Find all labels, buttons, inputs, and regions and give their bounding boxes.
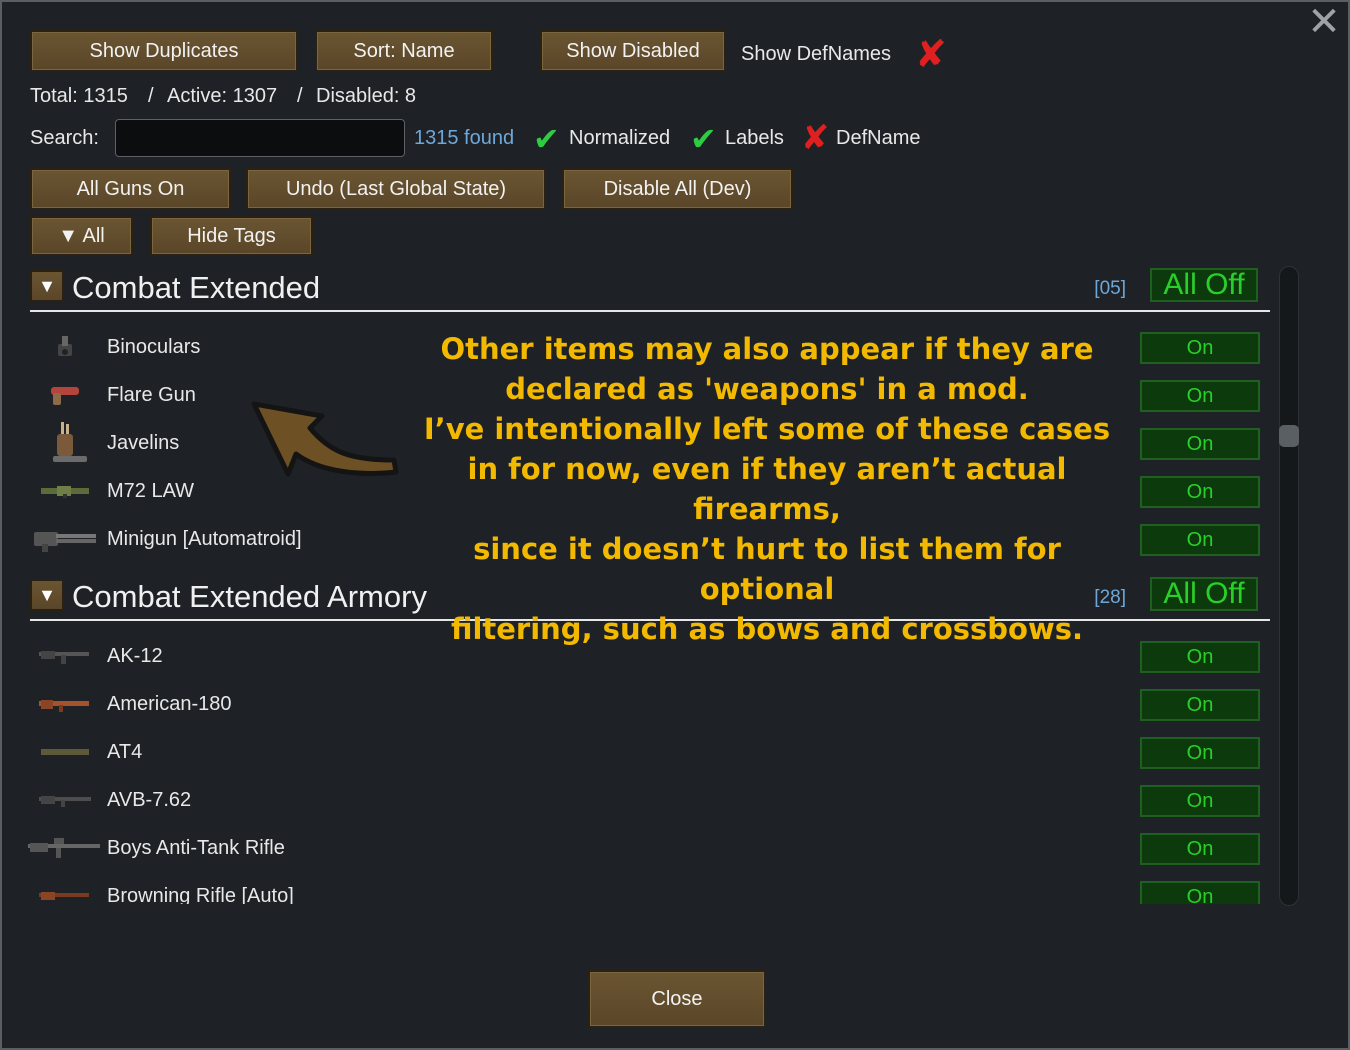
annotation-line: declared as 'weapons' in a mod. [505, 372, 1029, 406]
item-toggle-button[interactable]: On [1140, 380, 1260, 412]
curved-arrow-icon [250, 372, 400, 482]
section-title: Combat Extended Armory [72, 579, 427, 614]
weapon-list[interactable]: ▼ Combat Extended [05] All Off Binocular… [2, 2, 1350, 904]
item-toggle-button[interactable]: On [1140, 641, 1260, 673]
item-label: AK-12 [107, 645, 163, 667]
section-count: [05] [1094, 278, 1126, 299]
annotation-line: filtering, such as bows and crossbows. [450, 612, 1084, 646]
minigun-icon [32, 524, 98, 554]
item-toggle-button[interactable]: On [1140, 332, 1260, 364]
all-off-button[interactable]: All Off [1150, 268, 1258, 302]
item-label: AVB-7.62 [107, 789, 192, 811]
list-item: American-180 On [30, 681, 1270, 727]
list-item: Boys Anti-Tank Rifle On [28, 825, 1270, 871]
item-toggle-button[interactable]: On [1140, 881, 1260, 904]
all-off-button[interactable]: All Off [1150, 577, 1258, 611]
scrollbar-thumb[interactable] [1279, 425, 1299, 447]
section-title: Combat Extended [72, 270, 321, 305]
close-button[interactable]: Close [588, 970, 766, 1028]
list-item: AT4 On [30, 729, 1270, 775]
annotation-line: Other items may also appear if they are [440, 332, 1094, 366]
anti-tank-rifle-icon [26, 833, 102, 863]
flare-gun-icon [32, 380, 98, 410]
item-label: Minigun [Automatroid] [107, 528, 302, 550]
annotation-text: Other items may also appear if they are … [406, 329, 1128, 649]
item-label: Flare Gun [107, 384, 196, 406]
mod-settings-window: ✕ Show Duplicates Sort: Name Show Disabl… [0, 0, 1350, 1050]
rifle-icon [32, 785, 98, 815]
binoculars-icon [32, 332, 98, 362]
submachine-gun-icon [32, 689, 98, 719]
item-label: Boys Anti-Tank Rifle [107, 837, 285, 859]
assault-rifle-icon [32, 641, 98, 671]
javelins-icon [32, 420, 98, 466]
annotation-line: since it doesn’t hurt to list them for o… [473, 532, 1061, 606]
item-label: Javelins [107, 432, 180, 454]
item-toggle-button[interactable]: On [1140, 524, 1260, 556]
item-label: M72 LAW [107, 480, 195, 502]
annotation-line: I’ve intentionally left some of these ca… [423, 412, 1111, 446]
item-toggle-button[interactable]: On [1140, 428, 1260, 460]
item-toggle-button[interactable]: On [1140, 737, 1260, 769]
item-toggle-button[interactable]: On [1140, 476, 1260, 508]
item-toggle-button[interactable]: On [1140, 833, 1260, 865]
automatic-rifle-icon [32, 881, 98, 904]
item-toggle-button[interactable]: On [1140, 689, 1260, 721]
collapse-triangle-icon[interactable]: ▼ [30, 579, 64, 611]
section-header: ▼ Combat Extended [05] All Off [30, 268, 1270, 312]
item-label: Binoculars [107, 336, 201, 358]
launcher-tube-icon [32, 737, 98, 767]
item-toggle-button[interactable]: On [1140, 785, 1260, 817]
collapse-triangle-icon[interactable]: ▼ [30, 270, 64, 302]
list-item: Browning Rifle [Auto] On [30, 873, 1270, 904]
annotation-line: in for now, even if they aren’t actual f… [467, 452, 1067, 526]
rocket-launcher-icon [32, 476, 98, 506]
list-item: AVB-7.62 On [30, 777, 1270, 823]
item-label: American-180 [107, 693, 232, 715]
scrollbar-track[interactable] [1279, 266, 1299, 906]
item-label: Browning Rifle [Auto] [107, 885, 294, 904]
item-label: AT4 [107, 741, 143, 763]
